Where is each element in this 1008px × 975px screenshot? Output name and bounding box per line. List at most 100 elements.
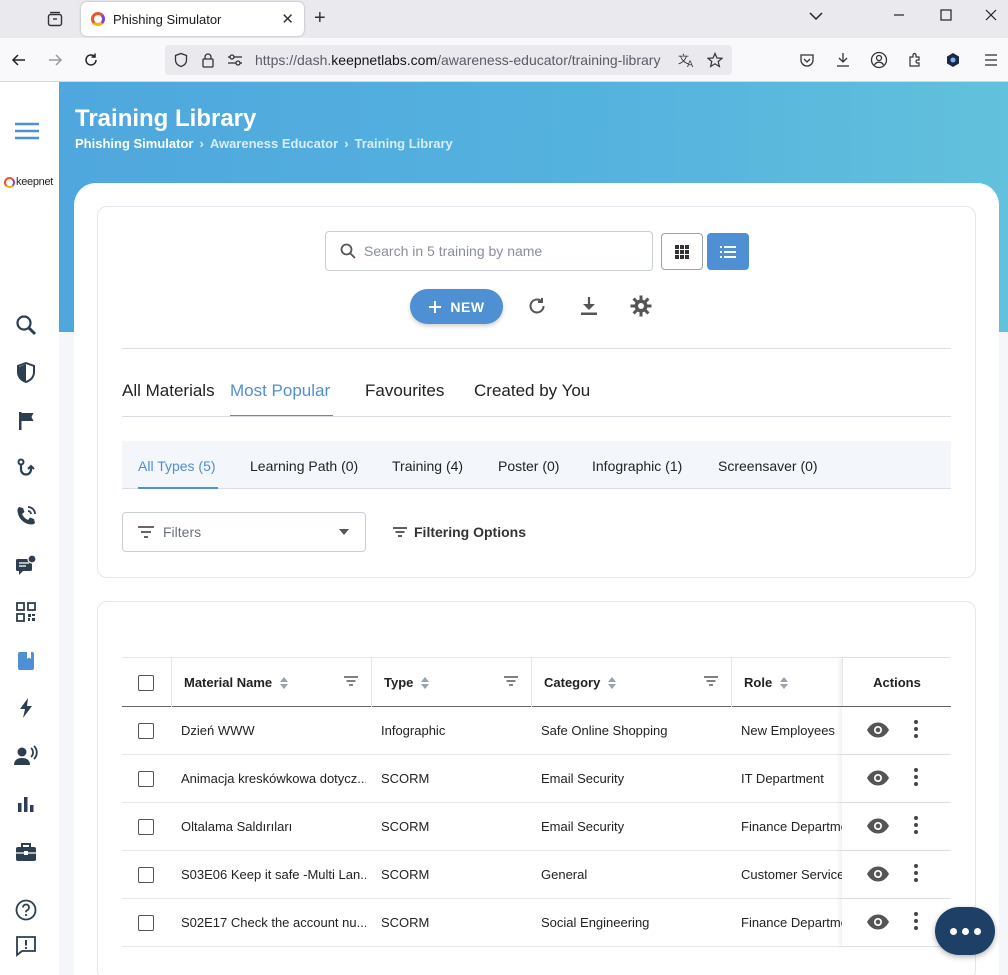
breadcrumb-item-awareness-educator[interactable]: Awareness Educator bbox=[210, 136, 338, 151]
view-eye-icon[interactable] bbox=[866, 721, 890, 739]
view-eye-icon[interactable] bbox=[866, 913, 890, 931]
briefcase-icon[interactable] bbox=[14, 840, 38, 864]
table-row[interactable]: S03E06 Keep it safe -Multi Lan... SCORM … bbox=[122, 851, 951, 899]
type-tab-all-types[interactable]: All Types (5) bbox=[138, 458, 216, 474]
close-window-icon[interactable] bbox=[985, 8, 997, 25]
column-header-type[interactable]: Type bbox=[372, 658, 532, 707]
new-button[interactable]: NEW bbox=[410, 289, 503, 324]
settings-gear-icon[interactable] bbox=[630, 295, 652, 317]
hamburger-menu-icon[interactable] bbox=[14, 119, 40, 143]
extensions-icon[interactable] bbox=[905, 50, 925, 70]
sort-icon[interactable] bbox=[780, 676, 789, 689]
filters-select[interactable]: Filters bbox=[122, 512, 366, 552]
floating-more-button[interactable] bbox=[935, 907, 995, 955]
column-header-material-name[interactable]: Material Name bbox=[172, 658, 372, 707]
voice-user-icon[interactable] bbox=[14, 744, 38, 768]
qr-code-icon[interactable] bbox=[14, 600, 38, 624]
more-options-icon[interactable] bbox=[914, 912, 918, 930]
refresh-icon[interactable] bbox=[526, 295, 548, 317]
back-icon[interactable] bbox=[8, 49, 30, 71]
url-field[interactable]: https://dash.keepnetlabs.com/awareness-e… bbox=[165, 45, 732, 75]
extension-hex-icon[interactable] bbox=[943, 50, 963, 70]
forward-icon[interactable] bbox=[44, 49, 66, 71]
cell-material-name[interactable]: S02E17 Check the account nu... bbox=[181, 899, 366, 946]
new-tab-icon[interactable]: + bbox=[314, 7, 326, 30]
column-header-category[interactable]: Category bbox=[532, 658, 732, 707]
sms-icon[interactable] bbox=[14, 553, 38, 577]
shield-icon[interactable] bbox=[14, 361, 38, 385]
flag-icon[interactable] bbox=[14, 409, 38, 433]
cell-material-name[interactable]: Animacja kreskówkowa dotycz... bbox=[181, 755, 366, 802]
browser-menu-icon[interactable] bbox=[981, 50, 1001, 70]
type-tab-infographic[interactable]: Infographic (1) bbox=[592, 458, 682, 474]
type-tab-screensaver[interactable]: Screensaver (0) bbox=[718, 458, 818, 474]
table-row[interactable]: Dzień WWW Infographic Safe Online Shoppi… bbox=[122, 707, 951, 755]
help-icon[interactable] bbox=[14, 898, 38, 922]
view-eye-icon[interactable] bbox=[866, 865, 890, 883]
downloads-icon[interactable] bbox=[833, 50, 853, 70]
minimize-icon[interactable] bbox=[893, 8, 905, 25]
filtering-options-button[interactable]: Filtering Options bbox=[392, 524, 526, 540]
maximize-icon[interactable] bbox=[940, 8, 952, 25]
tab-overview-icon[interactable] bbox=[45, 9, 65, 29]
tab-all-materials[interactable]: All Materials bbox=[122, 381, 215, 401]
translate-icon[interactable]: 文A bbox=[678, 52, 696, 68]
view-eye-icon[interactable] bbox=[866, 769, 890, 787]
select-all-checkbox[interactable] bbox=[138, 675, 154, 691]
book-icon[interactable] bbox=[14, 649, 38, 673]
column-header-role[interactable]: Role bbox=[732, 658, 842, 707]
row-checkbox[interactable] bbox=[138, 915, 154, 931]
hook-icon[interactable] bbox=[14, 457, 38, 481]
row-checkbox[interactable] bbox=[138, 819, 154, 835]
row-checkbox[interactable] bbox=[138, 867, 154, 883]
view-eye-icon[interactable] bbox=[866, 817, 890, 835]
search-report-icon[interactable] bbox=[14, 313, 38, 337]
grid-view-button[interactable] bbox=[661, 233, 703, 270]
download-icon[interactable] bbox=[578, 295, 600, 317]
list-view-button[interactable] bbox=[707, 233, 749, 270]
sort-icon[interactable] bbox=[280, 676, 289, 689]
tracking-shield-icon[interactable] bbox=[173, 52, 189, 68]
pocket-icon[interactable] bbox=[797, 50, 817, 70]
cell-material-name[interactable]: Dzień WWW bbox=[181, 707, 366, 754]
table-row[interactable]: Oltalama Saldırıları SCORM Email Securit… bbox=[122, 803, 951, 851]
cell-category: Safe Online Shopping bbox=[541, 723, 668, 738]
feedback-icon[interactable] bbox=[14, 934, 38, 958]
tab-most-popular[interactable]: Most Popular bbox=[230, 381, 330, 401]
reload-icon[interactable] bbox=[80, 49, 102, 71]
more-options-icon[interactable] bbox=[914, 768, 918, 786]
column-filter-icon[interactable] bbox=[703, 675, 719, 687]
more-options-icon[interactable] bbox=[914, 864, 918, 882]
cell-material-name[interactable]: Oltalama Saldırıları bbox=[181, 803, 366, 850]
breadcrumb-item-phishing-simulator[interactable]: Phishing Simulator bbox=[75, 136, 193, 151]
cell-material-name[interactable]: S03E06 Keep it safe -Multi Lan... bbox=[181, 851, 366, 898]
lock-icon[interactable] bbox=[201, 52, 215, 68]
tab-created-by-you[interactable]: Created by You bbox=[474, 381, 590, 401]
table-row[interactable]: Animacja kreskówkowa dotycz... SCORM Ema… bbox=[122, 755, 951, 803]
tab-list-chevron-icon[interactable] bbox=[809, 8, 823, 25]
search-input[interactable] bbox=[364, 243, 634, 259]
search-box[interactable] bbox=[325, 231, 653, 271]
bookmark-star-icon[interactable] bbox=[707, 52, 723, 68]
column-filter-icon[interactable] bbox=[343, 675, 359, 687]
sort-icon[interactable] bbox=[421, 676, 430, 689]
sort-icon[interactable] bbox=[608, 676, 617, 689]
close-tab-icon[interactable]: ✕ bbox=[281, 10, 294, 28]
more-options-icon[interactable] bbox=[914, 816, 918, 834]
column-filter-icon[interactable] bbox=[503, 675, 519, 687]
bar-chart-icon[interactable] bbox=[14, 792, 38, 816]
type-tab-training[interactable]: Training (4) bbox=[392, 458, 463, 474]
row-checkbox[interactable] bbox=[138, 771, 154, 787]
type-tab-learning-path[interactable]: Learning Path (0) bbox=[250, 458, 358, 474]
keepnet-logo[interactable]: keepnet bbox=[4, 176, 53, 188]
permissions-icon[interactable] bbox=[227, 53, 243, 67]
row-checkbox[interactable] bbox=[138, 723, 154, 739]
tab-favourites[interactable]: Favourites bbox=[365, 381, 444, 401]
browser-tab-active[interactable]: Phishing Simulator ✕ bbox=[81, 2, 304, 36]
more-options-icon[interactable] bbox=[914, 720, 918, 738]
account-icon[interactable] bbox=[869, 50, 889, 70]
type-tab-poster[interactable]: Poster (0) bbox=[498, 458, 559, 474]
phone-icon[interactable] bbox=[14, 504, 38, 528]
lightning-icon[interactable] bbox=[14, 696, 38, 720]
table-row[interactable]: S02E17 Check the account nu... SCORM Soc… bbox=[122, 899, 951, 947]
